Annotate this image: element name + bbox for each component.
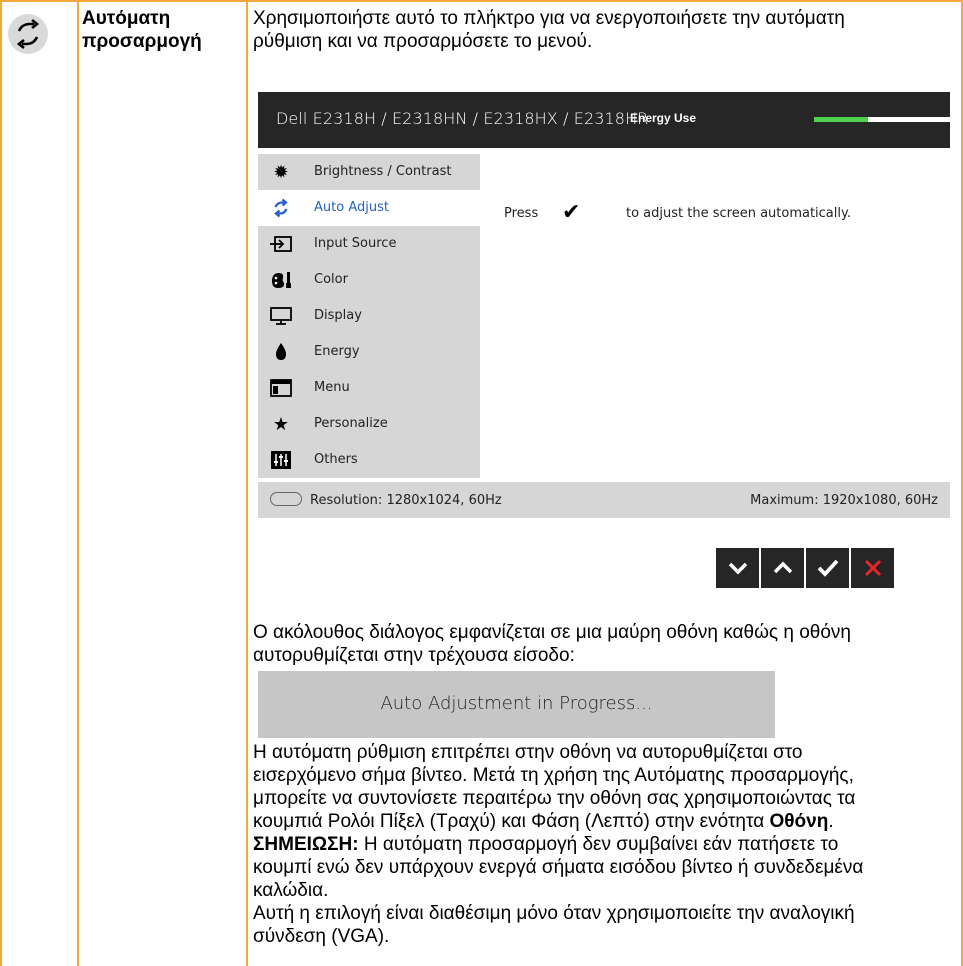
note-line3: καλώδια.	[253, 880, 329, 901]
menu-item-energy[interactable]: Energy	[258, 334, 480, 370]
vga-line2: σύνδεση (VGA).	[253, 926, 390, 947]
check-icon: ✔	[562, 199, 581, 224]
up-button[interactable]	[761, 548, 804, 588]
menu-item-color[interactable]: Color	[258, 262, 480, 298]
osd-footer: Resolution: 1280x1024, 60Hz Maximum: 192…	[258, 482, 950, 518]
menu-item-others[interactable]: Others	[258, 442, 480, 478]
table-border-col2	[246, 0, 248, 966]
osd-model-title: Dell E2318H / E2318HN / E2318HX / E2318H…	[276, 109, 649, 128]
body-p1-line1: Η αυτόματη ρύθμιση επιτρέπει στην οθόνη …	[253, 742, 803, 763]
energy-use-fill	[814, 117, 869, 122]
osd-content-panel: Press ✔ to adjust the screen automatical…	[480, 154, 950, 478]
body-text: Η αυτόματη ρύθμιση επιτρέπει στην οθόνη …	[253, 741, 863, 948]
color-icon	[270, 270, 292, 290]
press-instruction: to adjust the screen automatically.	[626, 206, 851, 221]
auto-adjust-icon	[270, 198, 292, 218]
brightness-icon: ✹	[273, 162, 289, 182]
osd-header: Dell E2318H / E2318HN / E2318HX / E2318H…	[258, 92, 950, 148]
down-button[interactable]	[716, 548, 759, 588]
close-icon	[864, 559, 881, 577]
body-p1-line4-text: κουμπιά Ρολόι Πίξελ (Τραχύ) και Φάση (Λε…	[253, 811, 770, 832]
exit-button[interactable]	[851, 548, 894, 588]
display-reference: Οθόνη	[769, 811, 829, 832]
menu-item-menu[interactable]: Menu	[258, 370, 480, 406]
press-word: Press	[504, 206, 539, 221]
note-line2: κουμπί ενώ δεν υπάρχουν ενεργά σήματα ει…	[253, 857, 864, 878]
table-border-top	[0, 0, 963, 2]
intro-text: Χρησιμοποιήστε αυτό το πλήκτρο για να εν…	[253, 7, 845, 53]
vga-line1: Αυτή η επιλογή είναι διαθέσιμη μόνο όταν…	[253, 903, 855, 924]
dialog-intro: Ο ακόλουθος διάλογος εμφανίζεται σε μια …	[253, 621, 851, 667]
table-border-col1	[77, 0, 79, 966]
menu-item-label: Color	[314, 272, 348, 287]
body-p1-line2: εισερχόμενο σήμα βίντεο. Μετά τη χρήση τ…	[253, 765, 854, 786]
energy-use-label: Energy Use	[630, 111, 697, 125]
vga-connector-icon	[270, 492, 302, 506]
auto-adjust-icon	[8, 14, 48, 54]
up-icon	[773, 561, 792, 574]
menu-item-label: Brightness / Contrast	[314, 164, 452, 179]
input-source-icon	[270, 234, 292, 254]
menu-item-label: Energy	[314, 344, 360, 359]
menu-item-display[interactable]: Display	[258, 298, 480, 334]
row-title-line2: προσαρμογή	[82, 31, 202, 52]
menu-item-label: Input Source	[314, 236, 397, 251]
menu-item-brightness-contrast[interactable]: ✹ Brightness / Contrast	[258, 154, 480, 190]
maximum-resolution-text: Maximum: 1920x1080, 60Hz	[750, 493, 938, 508]
menu-item-auto-adjust[interactable]: Auto Adjust	[258, 190, 480, 226]
menu-item-input-source[interactable]: Input Source	[258, 226, 480, 262]
row-title-line1: Αυτόματη	[82, 8, 171, 29]
dialog-intro-line1: Ο ακόλουθος διάλογος εμφανίζεται σε μια …	[253, 622, 851, 643]
table-border-left	[0, 0, 2, 966]
auto-adjust-progress-dialog: Auto Adjustment in Progress...	[258, 671, 775, 738]
body-p1-line4: κουμπιά Ρολόι Πίξελ (Τραχύ) και Φάση (Λε…	[253, 810, 863, 833]
resolution-text: Resolution: 1280x1024, 60Hz	[310, 493, 502, 508]
body-p1-line4-end: .	[828, 811, 834, 832]
ok-button[interactable]	[806, 548, 849, 588]
menu-item-label: Personalize	[314, 416, 388, 431]
energy-use-bar	[814, 117, 950, 122]
star-icon: ★	[272, 414, 290, 434]
menu-item-personalize[interactable]: ★ Personalize	[258, 406, 480, 442]
menu-item-label: Display	[314, 308, 362, 323]
dialog-intro-line2: αυτορυθμίζεται στην τρέχουσα είσοδο:	[253, 645, 575, 666]
body-p1-line3: μπορείτε να συντονίσετε περαιτέρω την οθ…	[253, 788, 856, 809]
note-text: Η αυτόματη προσαρμογή δεν συμβαίνει εάν …	[358, 834, 839, 855]
display-icon	[270, 306, 292, 326]
others-icon	[270, 450, 292, 470]
down-icon	[728, 562, 747, 575]
energy-icon	[270, 342, 292, 362]
menu-item-label: Others	[314, 452, 358, 467]
menu-icon	[270, 378, 292, 398]
menu-item-label: Menu	[314, 380, 350, 395]
menu-item-label: Auto Adjust	[314, 200, 389, 215]
intro-line1: Χρησιμοποιήστε αυτό το πλήκτρο για να εν…	[253, 8, 845, 29]
check-icon	[817, 559, 838, 577]
note-line1: ΣΗΜΕΙΩΣΗ: Η αυτόματη προσαρμογή δεν συμβ…	[253, 833, 863, 856]
note-label: ΣΗΜΕΙΩΣΗ:	[253, 834, 359, 855]
osd-menu: ✹ Brightness / Contrast Auto Adjust Inpu…	[258, 154, 480, 478]
row-title: Αυτόματη προσαρμογή	[82, 7, 202, 53]
progress-text: Auto Adjustment in Progress...	[380, 693, 653, 714]
intro-line2: ρύθμιση και να προσαρμόσετε το μενού.	[253, 31, 593, 52]
